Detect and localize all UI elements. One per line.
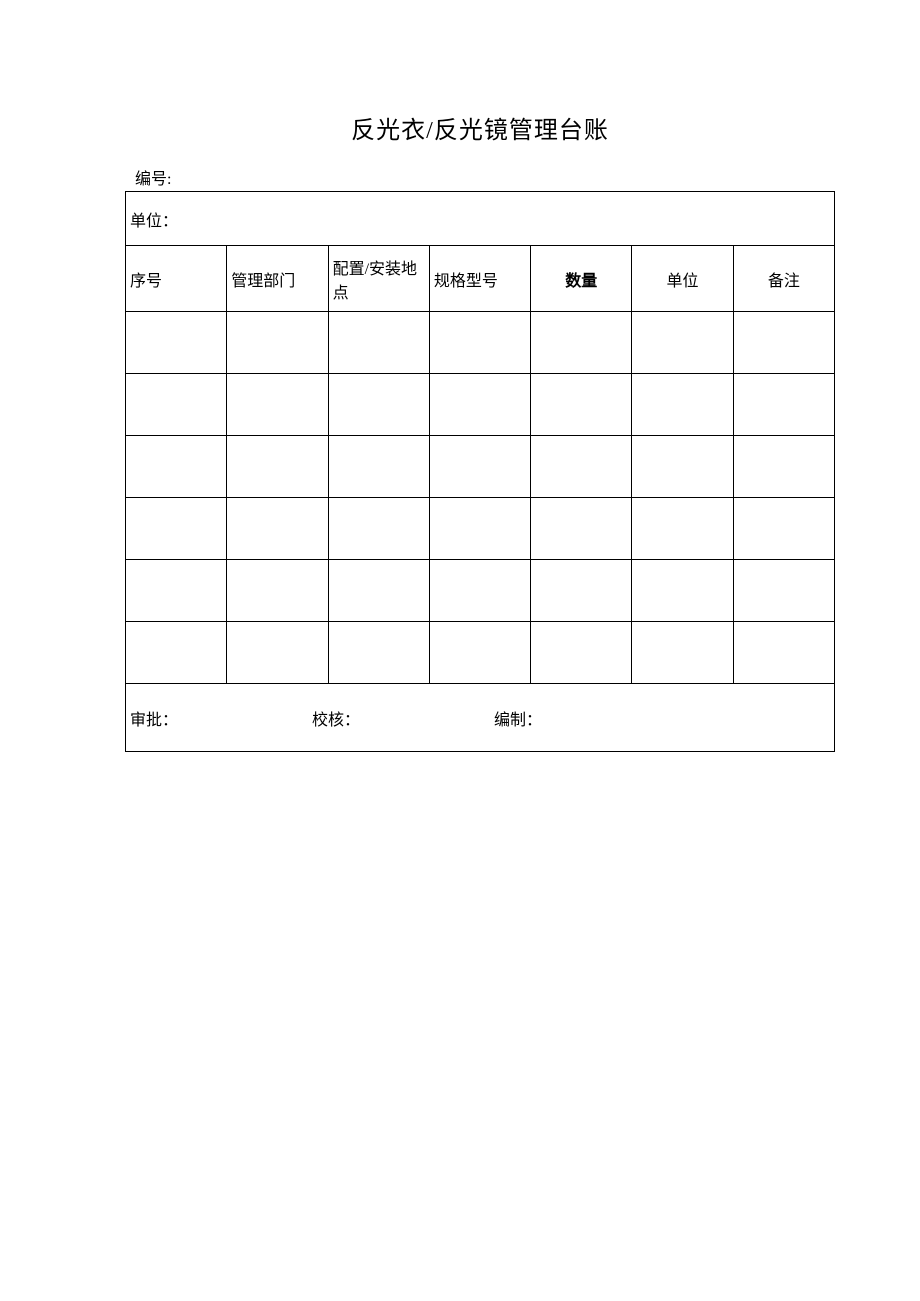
table-row	[126, 374, 835, 436]
cell-qty	[531, 436, 632, 498]
cell-spec	[429, 312, 530, 374]
cell-loc	[328, 560, 429, 622]
cell-dept	[227, 560, 328, 622]
cell-remark	[733, 498, 834, 560]
cell-remark	[733, 436, 834, 498]
cell-loc	[328, 374, 429, 436]
cell-seq	[126, 436, 227, 498]
cell-loc	[328, 498, 429, 560]
cell-dept	[227, 622, 328, 684]
table-row	[126, 622, 835, 684]
unit-row: 单位：	[126, 192, 835, 246]
cell-unit	[632, 560, 733, 622]
footer-row: 审批： 校核： 编制：	[126, 684, 835, 752]
header-spec: 规格型号	[429, 246, 530, 312]
document-page: 反光衣/反光镜管理台账 编号: 单位： 序号 管理部门 配置/安装地点 规格型号…	[0, 0, 920, 752]
table-row	[126, 560, 835, 622]
cell-loc	[328, 436, 429, 498]
table-row	[126, 312, 835, 374]
cell-dept	[227, 312, 328, 374]
header-loc: 配置/安装地点	[328, 246, 429, 312]
cell-spec	[429, 622, 530, 684]
cell-seq	[126, 498, 227, 560]
cell-dept	[227, 498, 328, 560]
cell-loc	[328, 312, 429, 374]
cell-seq	[126, 560, 227, 622]
approve-label: 审批：	[130, 706, 178, 730]
header-unit: 单位	[632, 246, 733, 312]
cell-qty	[531, 560, 632, 622]
cell-spec	[429, 374, 530, 436]
cell-remark	[733, 374, 834, 436]
cell-qty	[531, 312, 632, 374]
header-qty: 数量	[531, 246, 632, 312]
cell-unit	[632, 622, 733, 684]
ledger-table: 单位： 序号 管理部门 配置/安装地点 规格型号 数量 单位 备注	[125, 191, 835, 752]
cell-loc	[328, 622, 429, 684]
cell-remark	[733, 312, 834, 374]
cell-seq	[126, 312, 227, 374]
page-title: 反光衣/反光镜管理台账	[125, 110, 835, 145]
cell-spec	[429, 560, 530, 622]
header-remark: 备注	[733, 246, 834, 312]
cell-spec	[429, 436, 530, 498]
table-header-row: 序号 管理部门 配置/安装地点 规格型号 数量 单位 备注	[126, 246, 835, 312]
serial-number-label: 编号:	[135, 165, 835, 189]
cell-remark	[733, 560, 834, 622]
cell-qty	[531, 374, 632, 436]
cell-remark	[733, 622, 834, 684]
compile-label: 编制：	[494, 706, 542, 730]
cell-qty	[531, 622, 632, 684]
table-row	[126, 498, 835, 560]
cell-dept	[227, 436, 328, 498]
cell-qty	[531, 498, 632, 560]
footer-cell: 审批： 校核： 编制：	[126, 684, 835, 752]
cell-seq	[126, 374, 227, 436]
cell-dept	[227, 374, 328, 436]
cell-unit	[632, 498, 733, 560]
cell-unit	[632, 374, 733, 436]
header-seq: 序号	[126, 246, 227, 312]
cell-spec	[429, 498, 530, 560]
check-label: 校核：	[312, 706, 360, 730]
cell-seq	[126, 622, 227, 684]
cell-unit	[632, 312, 733, 374]
unit-cell: 单位：	[126, 192, 835, 246]
header-dept: 管理部门	[227, 246, 328, 312]
table-row	[126, 436, 835, 498]
cell-unit	[632, 436, 733, 498]
